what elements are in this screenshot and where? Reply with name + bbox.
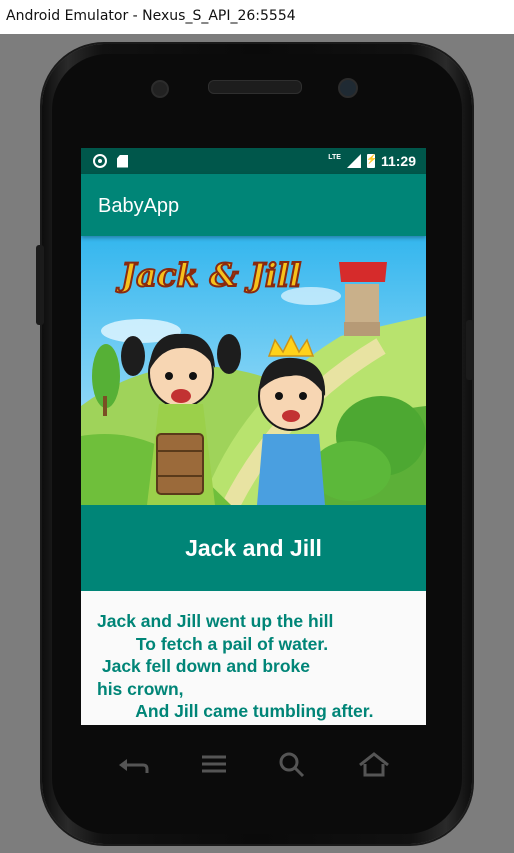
menu-icon[interactable] xyxy=(194,745,234,785)
power-button[interactable] xyxy=(466,320,474,380)
home-icon[interactable] xyxy=(354,745,394,785)
song-title-banner: Jack and Jill xyxy=(81,505,426,591)
back-icon[interactable] xyxy=(113,745,153,785)
battery-charging-icon xyxy=(366,154,377,168)
device-screen: LTE 11:29 BabyApp xyxy=(81,148,426,725)
song-lyrics[interactable]: Jack and Jill went up the hill To fetch … xyxy=(97,610,417,723)
clock: 11:29 xyxy=(380,153,416,169)
network-type: LTE xyxy=(328,153,341,161)
circle-notification-icon xyxy=(93,154,107,168)
hardware-nav-keys xyxy=(0,745,514,785)
hero-logo-text: Jack & Jill xyxy=(115,256,301,294)
status-bar: LTE 11:29 xyxy=(81,148,426,174)
search-icon[interactable] xyxy=(272,745,312,785)
signal-icon xyxy=(346,154,361,168)
front-camera-icon xyxy=(338,78,358,98)
app-title: BabyApp xyxy=(98,195,180,217)
window-title: Android Emulator - Nexus_S_API_26:5554 xyxy=(6,8,296,24)
jack-and-jill-illustration: Jack & Jill xyxy=(81,236,426,505)
sensor-icon xyxy=(151,80,169,98)
earpiece-speaker xyxy=(208,80,302,94)
emulator-title-bar: Android Emulator - Nexus_S_API_26:5554 xyxy=(0,0,514,34)
volume-button[interactable] xyxy=(36,245,44,325)
song-title: Jack and Jill xyxy=(185,535,322,561)
app-bar: BabyApp xyxy=(81,174,426,236)
sd-card-icon xyxy=(117,154,128,168)
